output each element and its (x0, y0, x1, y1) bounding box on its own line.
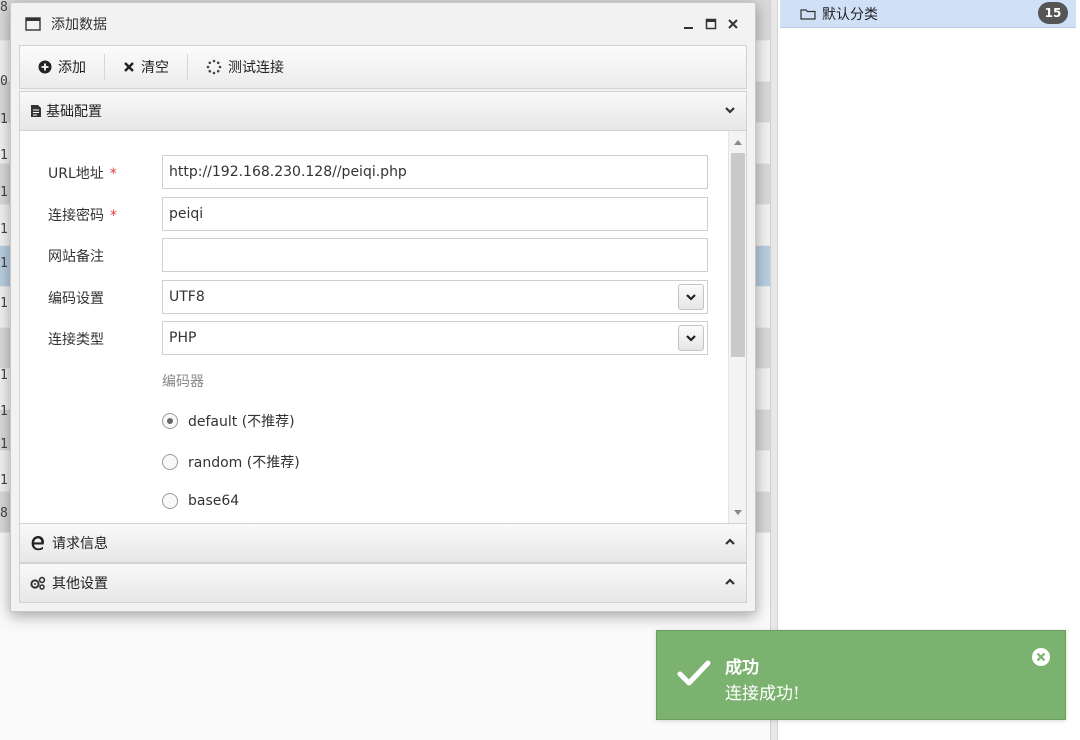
encoding-value: UTF8 (169, 289, 205, 305)
section-label: 基础配置 (46, 104, 102, 120)
encoder-option-default[interactable]: default (不推荐) (162, 411, 295, 431)
folder-icon (800, 8, 816, 20)
toolbar-separator (187, 54, 188, 80)
option-label: default (不推荐) (188, 414, 295, 430)
type-value: PHP (169, 330, 197, 346)
test-connection-button[interactable]: 测试连接 (202, 52, 288, 82)
close-icon (728, 19, 738, 29)
required-marker: * (109, 166, 117, 182)
chevron-down-icon (686, 335, 696, 342)
dialog-titlebar[interactable]: 添加数据 (11, 3, 755, 45)
edge-icon (31, 536, 44, 551)
note-input[interactable] (162, 238, 708, 272)
option-label: random (不推荐) (188, 455, 300, 471)
url-input[interactable]: http://192.168.230.128//peiqi.php (162, 155, 708, 189)
type-dropdown-button[interactable] (678, 325, 704, 351)
section-other-settings-header[interactable]: 其他设置 (19, 563, 747, 603)
note-label: 网站备注 (48, 249, 104, 265)
required-marker: * (110, 208, 117, 224)
type-label: 连接类型 (48, 332, 104, 348)
count-badge: 15 (1038, 2, 1068, 24)
category-pane: 默认分类 15 (778, 0, 1080, 740)
maximize-icon (705, 18, 717, 30)
toast-close-icon[interactable] (1031, 647, 1051, 667)
document-icon (31, 105, 41, 117)
password-row: 连接密码 * peiqi (20, 197, 730, 231)
clear-button-label: 清空 (141, 60, 169, 76)
window-controls (681, 16, 741, 32)
url-row: URL地址 * http://192.168.230.128//peiqi.php (20, 155, 730, 189)
test-connection-label: 测试连接 (228, 60, 284, 76)
form-scrollbar[interactable] (728, 131, 746, 523)
category-item-default[interactable]: 默认分类 15 (780, 0, 1076, 28)
minimize-icon (684, 27, 693, 29)
dialog-toolbar: 添加 清空 测试连接 (19, 45, 747, 89)
chevron-up-icon (725, 538, 735, 545)
pane-splitter[interactable] (770, 0, 778, 740)
type-select[interactable]: PHP (162, 321, 708, 355)
chevron-down-icon (686, 294, 696, 301)
window-icon (25, 17, 41, 31)
category-label: 默认分类 (822, 6, 878, 23)
spinner-icon (206, 59, 222, 75)
encoding-dropdown-button[interactable] (678, 284, 704, 310)
encoder-option-base64[interactable]: base64 (162, 493, 239, 509)
dialog-title: 添加数据 (51, 17, 107, 33)
encoder-label: 编码器 (162, 374, 204, 390)
option-label: base64 (188, 493, 240, 509)
scroll-thumb[interactable] (731, 153, 745, 357)
checkmark-icon (677, 660, 711, 686)
section-request-info-header[interactable]: 请求信息 (19, 523, 747, 563)
section-label: 请求信息 (52, 536, 108, 552)
encoder-option-random[interactable]: random (不推荐) (162, 452, 300, 472)
basic-config-form: URL地址 * http://192.168.230.128//peiqi.php… (19, 131, 747, 523)
gears-icon (30, 576, 46, 590)
chevron-down-icon (725, 107, 735, 114)
plus-circle-icon (38, 60, 52, 74)
section-label: 其他设置 (52, 576, 108, 592)
url-label: URL地址 * (48, 166, 117, 182)
encoding-select[interactable]: UTF8 (162, 280, 708, 314)
add-data-dialog: 添加数据 添加 清空 测试连接 基础配置 URL地址 * http://192.… (10, 2, 756, 612)
note-row: 网站备注 (20, 238, 730, 272)
encoding-label: 编码设置 (48, 291, 104, 307)
toolbar-separator (104, 54, 105, 80)
type-row: 连接类型 PHP (20, 321, 730, 355)
clear-button[interactable]: 清空 (119, 52, 173, 82)
password-label: 连接密码 * (48, 208, 117, 224)
add-button-label: 添加 (58, 60, 86, 76)
section-basic-config-header[interactable]: 基础配置 (19, 91, 747, 131)
encoding-row: 编码设置 UTF8 (20, 280, 730, 314)
scroll-down-icon[interactable] (734, 510, 742, 515)
radio[interactable] (162, 493, 178, 509)
maximize-button[interactable] (703, 16, 719, 32)
password-input[interactable]: peiqi (162, 197, 708, 231)
success-toast: 成功 连接成功! (656, 630, 1066, 720)
add-button[interactable]: 添加 (34, 52, 90, 82)
scroll-up-icon[interactable] (734, 140, 742, 145)
radio[interactable] (162, 454, 178, 470)
toast-message: 连接成功! (725, 684, 800, 704)
x-icon (124, 62, 134, 72)
close-button[interactable] (725, 16, 741, 32)
toast-title: 成功 (725, 658, 759, 678)
minimize-button[interactable] (681, 16, 697, 32)
radio-selected[interactable] (162, 413, 178, 429)
chevron-up-icon (725, 578, 735, 585)
